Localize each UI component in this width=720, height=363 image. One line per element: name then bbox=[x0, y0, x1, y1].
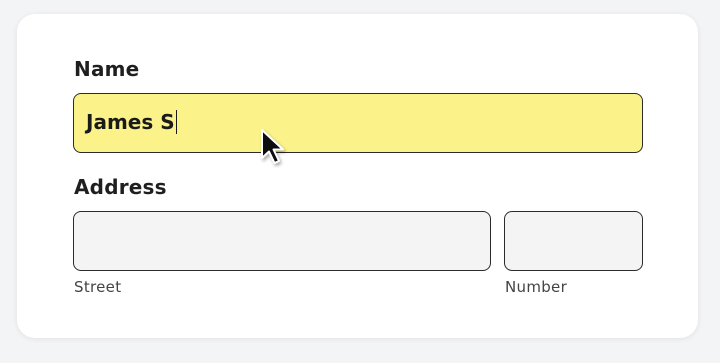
mouse-pointer-icon bbox=[261, 129, 284, 164]
name-label: Name bbox=[74, 57, 140, 81]
name-input[interactable]: James S bbox=[73, 93, 643, 153]
name-input-value: James S bbox=[86, 110, 178, 134]
address-label: Address bbox=[74, 175, 167, 199]
street-input[interactable] bbox=[73, 211, 491, 271]
number-input[interactable] bbox=[504, 211, 643, 271]
number-label: Number bbox=[505, 278, 568, 296]
street-label: Street bbox=[74, 278, 122, 296]
text-caret bbox=[175, 110, 178, 134]
